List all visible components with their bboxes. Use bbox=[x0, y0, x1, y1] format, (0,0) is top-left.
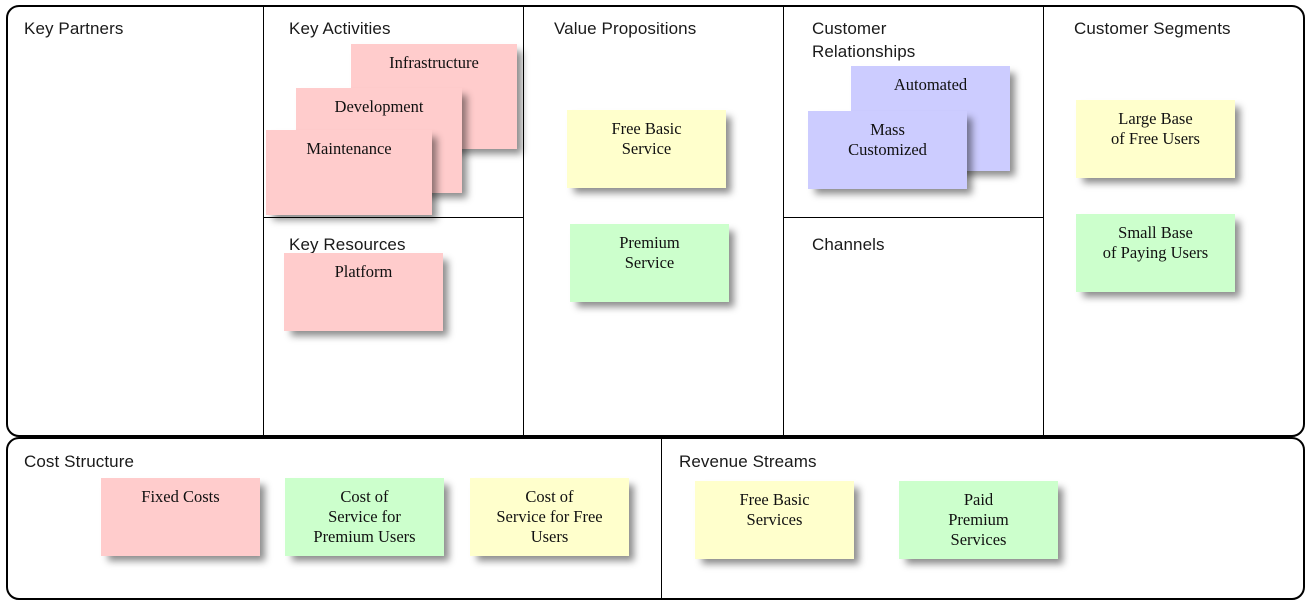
sticky-note-small-base-of-paying-users[interactable]: Small Base of Paying Users bbox=[1076, 214, 1235, 292]
sticky-note-maintenance[interactable]: Maintenance bbox=[266, 130, 432, 215]
divider-cost-structure-revenue-streams bbox=[661, 439, 662, 598]
divider-key-activities-key-resources bbox=[263, 217, 524, 218]
divider-customer-relationships-channels bbox=[783, 217, 1044, 218]
sticky-note-fixed-costs[interactable]: Fixed Costs bbox=[101, 478, 260, 556]
block-title-customer-segments: Customer Segments bbox=[1074, 19, 1231, 38]
divider-value-propositions-customer-relationships bbox=[783, 7, 784, 435]
block-title-channels: Channels bbox=[812, 235, 885, 254]
sticky-note-free-basic-services[interactable]: Free Basic Services bbox=[695, 481, 854, 559]
divider-customer-relationships-customer-segments bbox=[1043, 7, 1044, 435]
divider-key-partners-key-activities bbox=[263, 7, 264, 435]
block-title-cost-structure: Cost Structure bbox=[24, 452, 135, 471]
business-model-canvas: Key Partners Key Activities Key Resource… bbox=[0, 0, 1311, 605]
block-title-revenue-streams: Revenue Streams bbox=[679, 452, 817, 471]
sticky-note-platform[interactable]: Platform bbox=[284, 253, 443, 331]
block-title-key-activities: Key Activities bbox=[289, 19, 391, 38]
sticky-note-cost-of-service-for-free-users[interactable]: Cost of Service for Free Users bbox=[470, 478, 629, 556]
block-title-key-partners: Key Partners bbox=[24, 19, 124, 38]
sticky-note-mass-customized[interactable]: Mass Customized bbox=[808, 111, 967, 189]
sticky-note-premium-service[interactable]: Premium Service bbox=[570, 224, 729, 302]
sticky-note-paid-premium-services[interactable]: Paid Premium Services bbox=[899, 481, 1058, 559]
block-title-customer-relationships: Customer Relationships bbox=[812, 19, 916, 61]
sticky-note-cost-of-service-for-premium-users[interactable]: Cost of Service for Premium Users bbox=[285, 478, 444, 556]
divider-key-activities-value-propositions bbox=[523, 7, 524, 435]
block-title-value-propositions: Value Propositions bbox=[554, 19, 697, 38]
sticky-note-large-base-of-free-users[interactable]: Large Base of Free Users bbox=[1076, 100, 1235, 178]
sticky-note-free-basic-service[interactable]: Free Basic Service bbox=[567, 110, 726, 188]
